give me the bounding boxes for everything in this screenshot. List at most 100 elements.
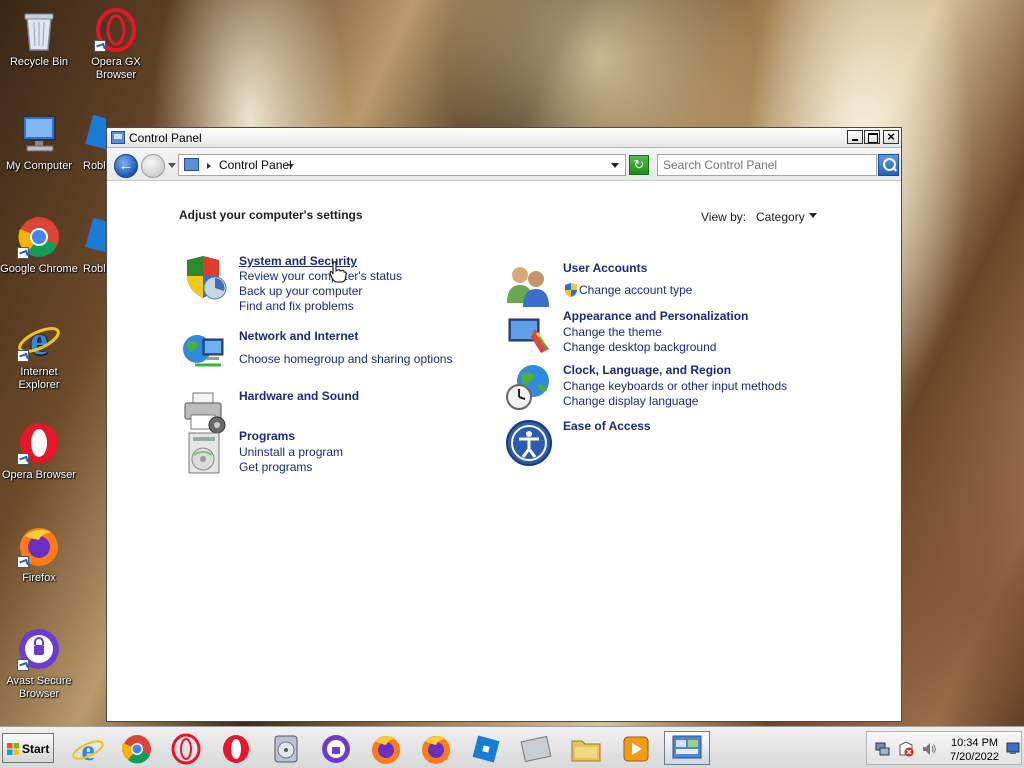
desktop-icon-opera-gx[interactable]: Opera GX Browser — [77, 8, 155, 82]
uninstall-program-link[interactable]: Uninstall a program — [239, 445, 343, 459]
taskbar-explorer[interactable] — [567, 733, 605, 765]
control-panel-icon — [111, 131, 125, 144]
clock-date[interactable]: 7/20/2022 — [950, 751, 999, 763]
get-programs-link[interactable]: Get programs — [239, 460, 312, 474]
taskbar-control-panel[interactable] — [664, 731, 710, 765]
search-icon[interactable] — [878, 154, 899, 176]
back-button[interactable]: ← — [114, 154, 138, 178]
close-button[interactable]: × — [883, 130, 899, 144]
taskbar-media-player[interactable] — [617, 733, 655, 765]
taskbar-app-gray[interactable] — [517, 733, 555, 765]
breadcrumb-arrow-icon[interactable] — [207, 163, 211, 169]
desktop-icon-opera-browser[interactable]: Opera Browser — [0, 421, 78, 482]
taskbar-firefox-2[interactable] — [417, 733, 455, 765]
change-account-type-link[interactable]: Change account type — [579, 283, 692, 297]
change-desktop-background-link[interactable]: Change desktop background — [563, 340, 716, 354]
shortcut-arrow-icon — [17, 659, 29, 671]
title-bar[interactable]: Control Panel × — [107, 128, 901, 148]
address-dropdown-icon[interactable] — [611, 163, 619, 168]
desktop-icon-internet-explorer[interactable]: e Internet Explorer — [0, 318, 78, 392]
user-accounts-link[interactable]: User Accounts — [563, 261, 647, 275]
taskbar-internet-explorer[interactable]: e — [69, 733, 107, 767]
homegroup-sharing-link[interactable]: Choose homegroup and sharing options — [239, 352, 452, 366]
start-button[interactable]: Start — [2, 733, 54, 763]
desktop-icon-roblox-2[interactable]: Robl — [66, 215, 106, 276]
view-by-label: View by: — [701, 210, 747, 224]
show-desktop-icon[interactable] — [1006, 741, 1020, 758]
media-player-icon — [623, 736, 649, 762]
ease-of-access-icon — [505, 419, 553, 467]
find-and-fix-problems-link[interactable]: Find and fix problems — [239, 299, 354, 313]
action-center-icon[interactable] — [898, 741, 914, 760]
volume-icon[interactable] — [921, 741, 937, 760]
breadcrumb-control-panel[interactable]: Control Panel — [219, 158, 292, 172]
recent-pages-dropdown[interactable] — [168, 163, 176, 168]
window-controls: × — [847, 130, 899, 144]
shortcut-arrow-icon — [17, 247, 29, 259]
shortcut-arrow-icon — [94, 40, 106, 52]
internet-explorer-icon: e — [17, 318, 61, 363]
change-theme-link[interactable]: Change the theme — [563, 325, 662, 339]
control-panel-window: Control Panel × ← Control Panel ↻ Adjust… — [106, 127, 902, 722]
taskbar-media-center[interactable] — [267, 733, 305, 765]
chevron-down-icon[interactable] — [809, 213, 817, 218]
address-bar[interactable]: Control Panel — [178, 154, 626, 176]
svg-text:e: e — [81, 734, 94, 765]
opera-gx-icon — [171, 733, 201, 765]
shortcut-arrow-icon — [17, 453, 29, 465]
search-input[interactable] — [657, 154, 877, 176]
change-keyboards-link[interactable]: Change keyboards or other input methods — [563, 379, 787, 393]
roblox-icon — [83, 215, 106, 259]
appearance-and-personalization-link[interactable]: Appearance and Personalization — [563, 309, 748, 323]
ease-of-access-link[interactable]: Ease of Access — [563, 419, 651, 433]
clock-language-region-link[interactable]: Clock, Language, and Region — [563, 363, 731, 377]
review-computer-status-link[interactable]: Review your computer's status — [239, 269, 402, 283]
taskbar-avast-browser[interactable] — [317, 733, 355, 765]
windows-logo-icon — [7, 743, 19, 755]
taskbar-opera[interactable] — [217, 733, 255, 765]
firefox-icon — [17, 524, 61, 568]
avast-browser-icon — [322, 735, 350, 763]
hardware-and-sound-link[interactable]: Hardware and Sound — [239, 389, 359, 403]
roblox-icon — [472, 735, 500, 763]
clock-globe-icon — [505, 363, 553, 411]
internet-explorer-icon: e — [72, 734, 104, 767]
system-tray: 10:34 PM 7/20/2022 — [866, 731, 1022, 765]
opera-gx-icon — [94, 8, 138, 52]
app-window-icon — [520, 735, 552, 763]
start-label: Start — [22, 742, 50, 756]
breadcrumb-dropdown-icon[interactable] — [288, 164, 294, 168]
desktop-icon-recycle-bin[interactable]: Recycle Bin — [0, 8, 78, 69]
programs-icon — [181, 429, 229, 477]
programs-link[interactable]: Programs — [239, 429, 295, 443]
desktop-icon-avast-secure-browser[interactable]: Avast Secure Browser — [0, 627, 78, 701]
address-toolbar: ← Control Panel ↻ — [107, 149, 901, 181]
network-and-internet-link[interactable]: Network and Internet — [239, 329, 358, 343]
taskbar-firefox-1[interactable] — [367, 733, 405, 765]
firefox-icon — [372, 736, 400, 764]
network-status-icon[interactable] — [875, 741, 891, 760]
avast-browser-icon — [17, 627, 61, 671]
media-disc-icon — [274, 735, 298, 763]
control-panel-icon — [672, 735, 702, 759]
taskbar-google-chrome[interactable] — [118, 733, 156, 765]
network-globe-icon — [181, 329, 229, 377]
view-by-dropdown[interactable]: Category — [756, 210, 805, 224]
forward-button[interactable] — [141, 154, 165, 178]
taskbar-roblox[interactable] — [467, 733, 505, 765]
window-title: Control Panel — [129, 131, 202, 145]
shortcut-arrow-icon — [17, 556, 29, 568]
clock-time[interactable]: 10:34 PM — [951, 737, 998, 749]
control-panel-icon — [184, 158, 199, 171]
desktop-icon-roblox-1[interactable]: Robl — [66, 112, 106, 173]
opera-icon — [17, 421, 61, 465]
appearance-icon — [505, 309, 553, 357]
hand-cursor-icon — [329, 261, 347, 286]
maximize-button[interactable] — [864, 130, 880, 144]
change-display-language-link[interactable]: Change display language — [563, 394, 698, 408]
minimize-button[interactable] — [847, 130, 863, 144]
back-up-computer-link[interactable]: Back up your computer — [239, 284, 362, 298]
refresh-button[interactable]: ↻ — [629, 155, 649, 175]
taskbar-opera-gx[interactable] — [167, 733, 205, 765]
desktop-icon-firefox[interactable]: Firefox — [0, 524, 78, 585]
